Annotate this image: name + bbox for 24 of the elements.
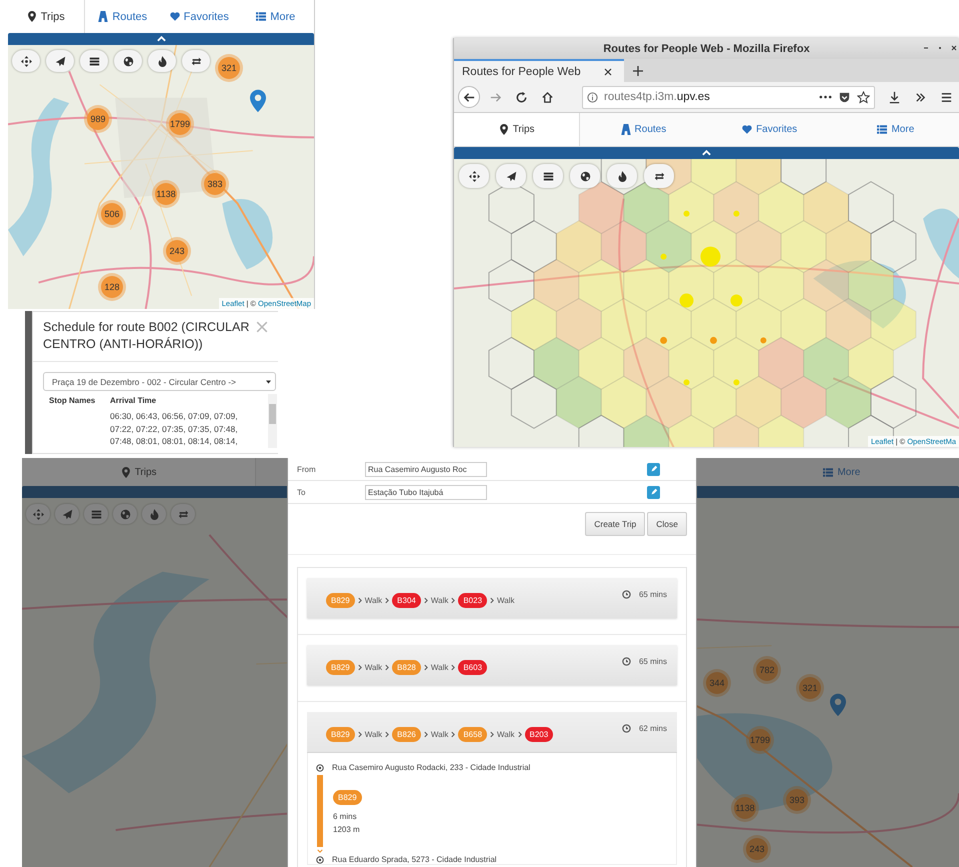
trip-duration: 65 mins: [638, 656, 667, 666]
ride-distance: 1203 m: [333, 824, 361, 836]
trip-duration: 62 mins: [638, 724, 667, 732]
walk-label: Walk: [430, 663, 448, 672]
tab-title: Routes for People Web: [462, 66, 581, 78]
field-label: To: [297, 488, 306, 496]
field-label: From: [297, 464, 317, 474]
ride-duration: 6 mins: [333, 811, 358, 823]
window-title: Routes for People Web - Mozilla Firefox: [603, 42, 810, 54]
url-text: routes4tp.i3m.upv.es: [604, 91, 710, 103]
column-header: Arrival Time: [110, 395, 158, 407]
dialog-title: Schedule for route B002 (CIRCULAR CENTRO (ANTI-HORÁRIO)): [43, 319, 250, 353]
stop-address: Rua Eduardo Sprada, 5273 - Cidade Industrial: [332, 855, 497, 864]
walk-label: Walk: [364, 730, 382, 739]
table-cell-text: 06:30, 06:43, 06:56, 07:09, 07:09, 07:22, 07:22, 07:35, 07:35, 07:48, 07:48, 08:01, 08:01, 08:14, 08:14,: [110, 410, 239, 448]
walk-label: Walk: [497, 730, 515, 739]
column-header: Stop Names: [49, 395, 96, 407]
walk-label: Walk: [430, 730, 448, 739]
stop-address: Rua Casemiro Augusto Rodacki, 233 - Cidade Industrial: [332, 763, 530, 772]
trip-duration: 65 mins: [638, 590, 667, 598]
walk-label: Walk: [364, 596, 382, 605]
walk-label: Walk: [430, 596, 448, 605]
walk-label: Walk: [364, 663, 382, 672]
walk-label: Walk: [497, 596, 515, 605]
